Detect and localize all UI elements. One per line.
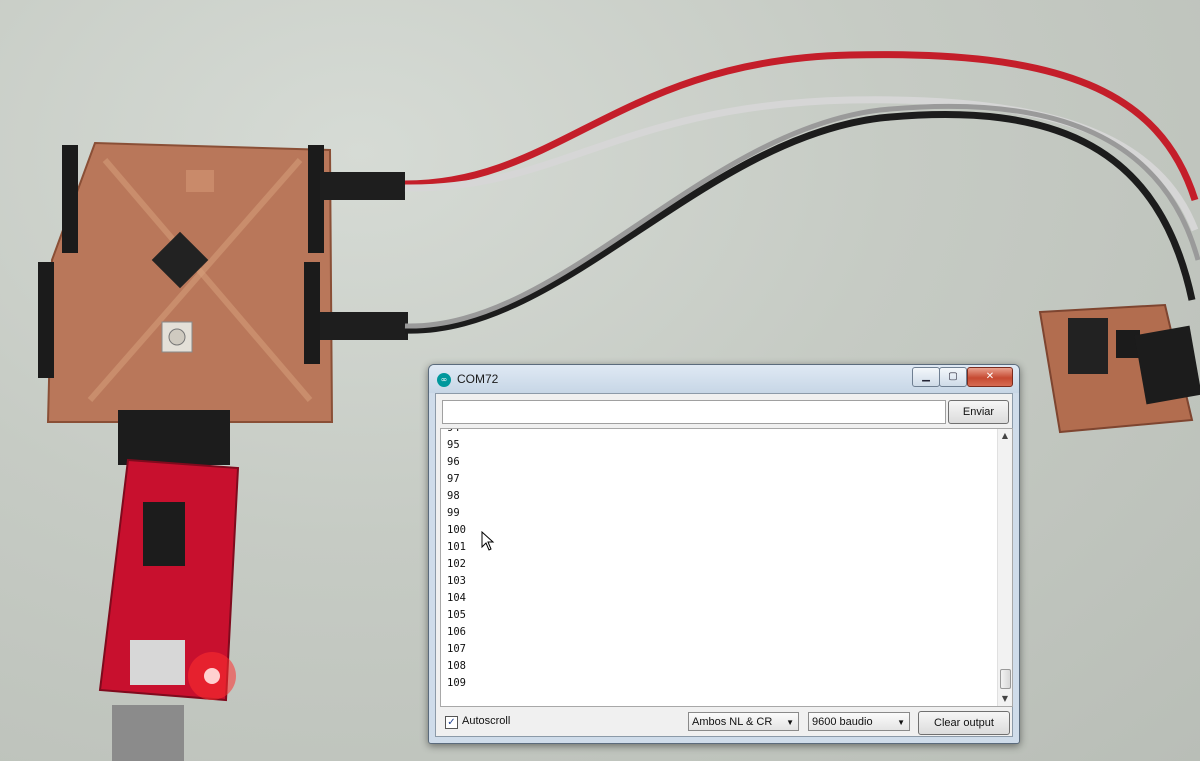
minimize-button[interactable]: ▁ (912, 367, 940, 387)
output-lines: 94 95 96 97 98 99 100 101 102 103 104 105 106 107 108 1… (447, 428, 466, 692)
serial-monitor-window: ∞ COM72 ▁ ▢ ✕ Enviar 94 95 96 97 98 99 100 101 1… (428, 364, 1020, 744)
output-line: 108 (447, 660, 466, 672)
close-button[interactable]: ✕ (967, 367, 1013, 387)
output-line: 97 (447, 473, 460, 485)
jumper-connector-top (320, 172, 405, 200)
scroll-down-icon[interactable]: ▼ (998, 692, 1012, 706)
output-line: 102 (447, 558, 466, 570)
baud-rate-select[interactable]: 9600 baudio ▼ (808, 712, 910, 731)
output-line: 94 (447, 428, 460, 434)
scroll-thumb[interactable] (1000, 669, 1011, 689)
sensor-board (1038, 303, 1200, 434)
monitor-client-area: Enviar 94 95 96 97 98 99 100 101 102 103 104 105 106… (435, 393, 1013, 737)
window-title: COM72 (457, 372, 499, 386)
mouse-pointer-icon (481, 531, 495, 551)
line-ending-select[interactable]: Ambos NL & CR ▼ (688, 712, 799, 731)
close-icon: ✕ (985, 371, 995, 382)
autoscroll-checkbox[interactable]: ✓ (445, 716, 458, 729)
ftdi-adapter-board (98, 458, 240, 702)
autoscroll-label: Autoscroll (462, 715, 511, 727)
output-line: 103 (447, 575, 466, 587)
arduino-icon: ∞ (437, 373, 451, 387)
output-line: 106 (447, 626, 466, 638)
ftdi-connector (118, 410, 230, 465)
clear-output-button[interactable]: Clear output (918, 711, 1010, 735)
chevron-down-icon: ▼ (897, 718, 905, 727)
serial-output[interactable]: 94 95 96 97 98 99 100 101 102 103 104 105 106 107 108 1… (440, 428, 1013, 707)
baud-rate-value: 9600 baudio (812, 716, 873, 728)
vertical-scrollbar[interactable]: ▲ ▼ (997, 429, 1012, 706)
output-line: 105 (447, 609, 466, 621)
jumper-connector-bottom (320, 312, 408, 340)
maximize-icon: ▢ (948, 371, 958, 382)
output-line: 95 (447, 439, 460, 451)
checkmark-icon: ✓ (447, 717, 456, 728)
output-line: 98 (447, 490, 460, 502)
minimize-icon: ▁ (922, 371, 930, 382)
white-wire (404, 96, 1199, 232)
output-line: 101 (447, 541, 466, 553)
output-line: 100 (447, 524, 466, 536)
send-input[interactable] (442, 400, 946, 424)
copper-pcb (46, 141, 334, 423)
output-line: 104 (447, 592, 466, 604)
maximize-button[interactable]: ▢ (939, 367, 967, 387)
title-bar[interactable]: ∞ COM72 ▁ ▢ ✕ (429, 365, 1019, 393)
output-line: 109 (447, 677, 466, 689)
chevron-down-icon: ▼ (786, 718, 794, 727)
scroll-up-icon[interactable]: ▲ (998, 429, 1012, 443)
usb-cable (112, 705, 184, 761)
output-line: 107 (447, 643, 466, 655)
send-button[interactable]: Enviar (948, 400, 1009, 424)
output-line: 99 (447, 507, 460, 519)
line-ending-value: Ambos NL & CR (692, 716, 773, 728)
output-line: 96 (447, 456, 460, 468)
footer-bar: ✓ Autoscroll Ambos NL & CR ▼ 9600 baudio… (436, 706, 1012, 736)
